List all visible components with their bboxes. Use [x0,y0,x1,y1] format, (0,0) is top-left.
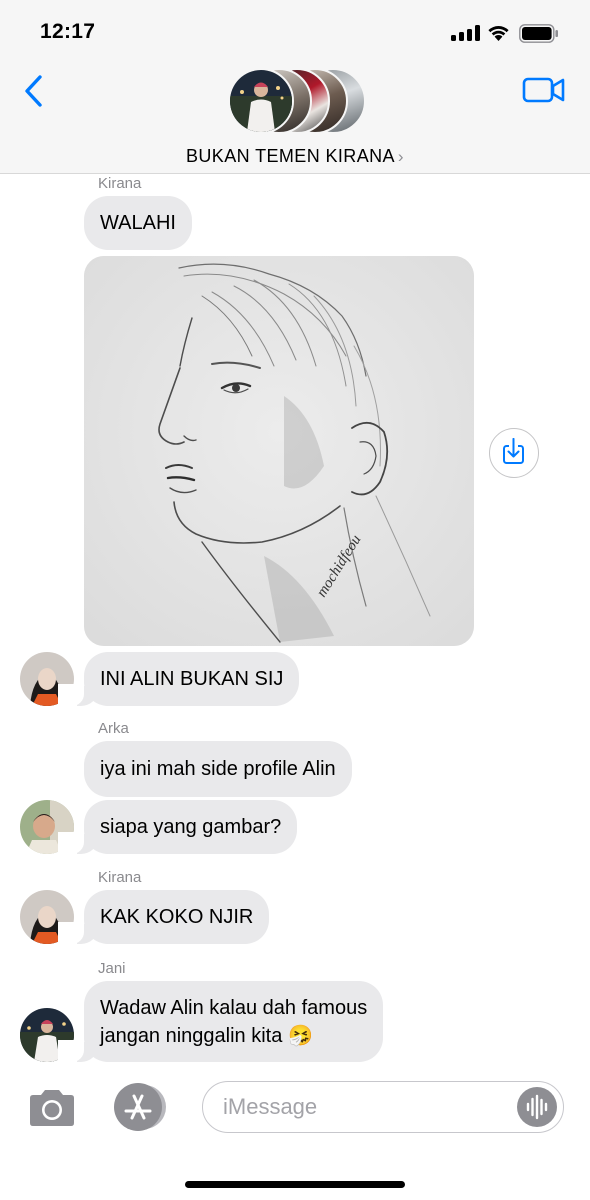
message-bubble[interactable]: WALAHI [84,196,192,250]
sneezing-face-emoji: 🤧 [287,1024,313,1047]
save-to-photos-icon [503,438,524,464]
conversation-header: BUKAN TEMEN KIRANA › [0,62,590,174]
status-time: 12:17 [40,20,96,43]
message-text-line-2: jangan ninggalin kita 🤧 [100,1024,313,1047]
message-text: WALAHI [100,212,176,234]
home-indicator[interactable] [185,1181,405,1188]
message-input[interactable]: iMessage [202,1081,564,1133]
message-text: INI ALIN BUKAN SIJ [100,668,284,690]
sketch-image: mochidfeou [84,256,474,646]
wifi-icon [488,26,509,41]
group-name[interactable]: BUKAN TEMEN KIRANA › [0,146,590,167]
group-name-label: BUKAN TEMEN KIRANA [186,146,395,166]
camera-icon[interactable] [26,1088,78,1128]
compose-bar: iMessage [0,1064,590,1200]
app-store-icon[interactable] [110,1082,168,1132]
group-avatar-stack[interactable] [228,68,368,136]
image-attachment[interactable]: mochidfeou [84,256,474,646]
audio-waveform-icon[interactable] [517,1087,557,1127]
message-bubble[interactable]: Wadaw Alin kalau dah famous jangan ningg… [57,981,384,1062]
sender-name: Kirana [98,175,142,192]
message-bubble[interactable]: siapa yang gambar? [57,800,298,854]
member-avatar [228,68,294,134]
message-bubble[interactable]: INI ALIN BUKAN SIJ [57,652,300,706]
message-bubble[interactable]: KAK KOKO NJIR [57,890,270,944]
battery-icon [519,24,558,43]
video-camera-icon[interactable] [522,76,566,104]
cellular-signal-icon [451,25,481,41]
status-bar: 12:17 [0,0,590,62]
sender-name: Kirana [98,869,142,886]
chevron-right-icon: › [397,147,404,166]
message-input-placeholder: iMessage [223,1094,318,1119]
message-text: iya ini mah side profile Alin [100,758,336,780]
back-chevron-icon[interactable] [22,74,44,108]
save-to-photos-button[interactable] [489,428,539,478]
message-text-line: Wadaw Alin kalau dah famous [100,996,368,1019]
sender-name: Arka [98,720,129,737]
message-bubble[interactable]: iya ini mah side profile Alin [84,741,352,797]
message-text: siapa yang gambar? [100,816,282,838]
sender-name: Jani [98,960,126,977]
message-text: KAK KOKO NJIR [100,906,254,928]
